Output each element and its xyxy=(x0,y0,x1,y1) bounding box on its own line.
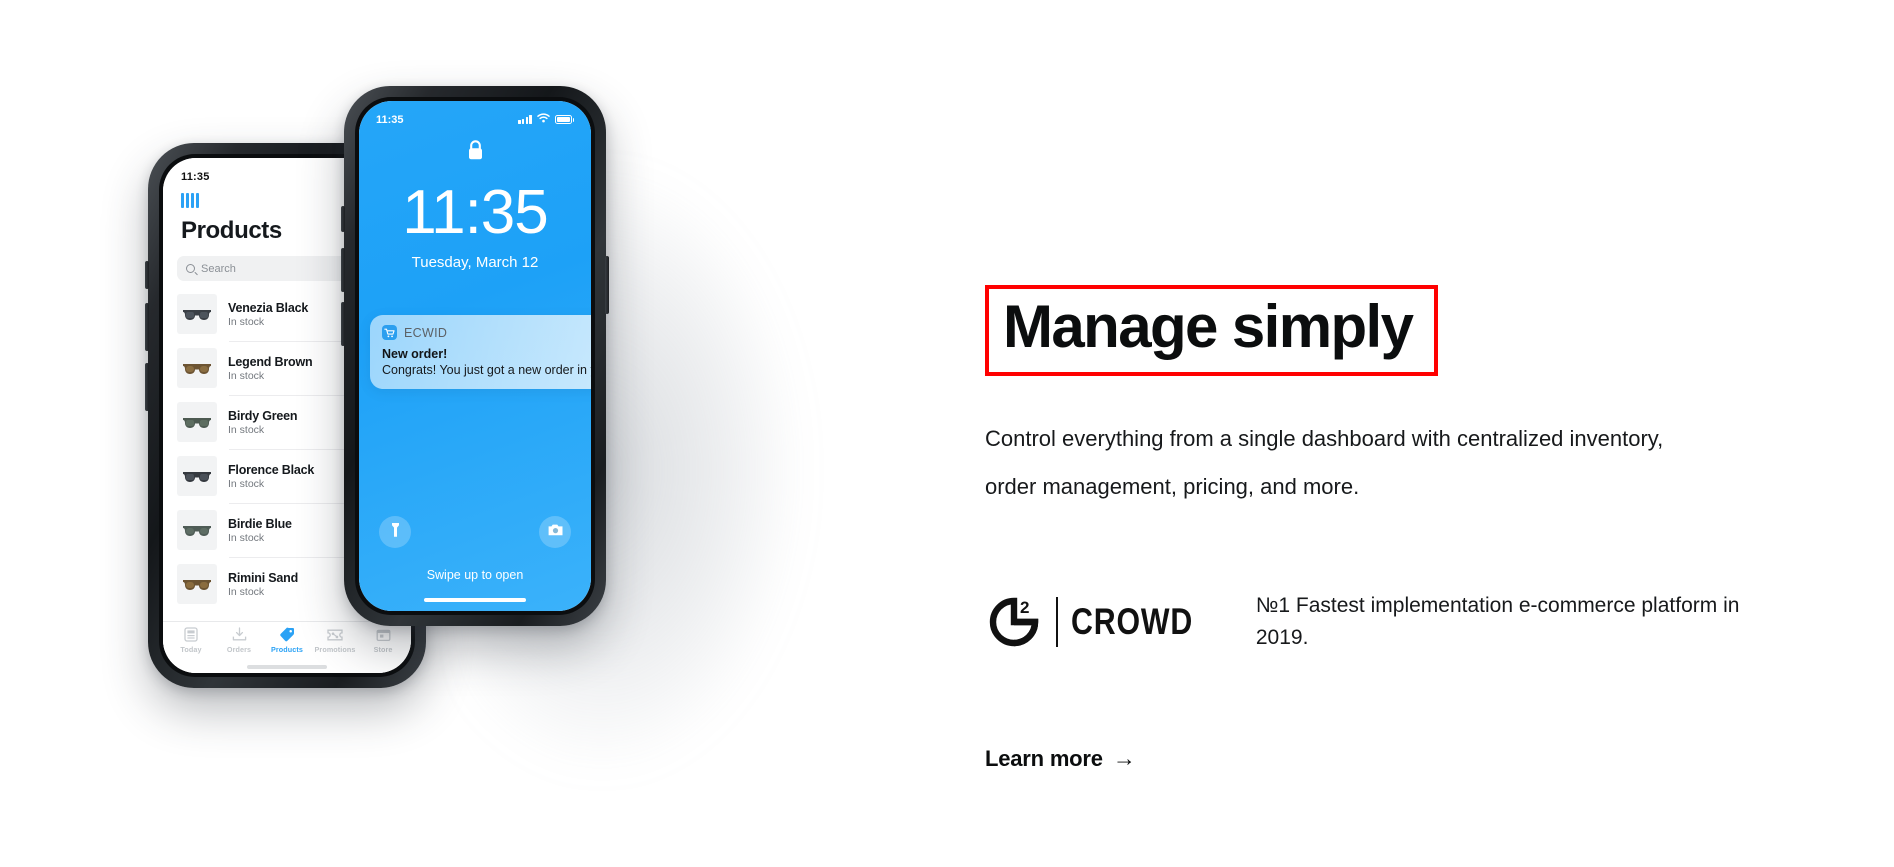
product-thumbnail xyxy=(177,348,217,388)
phone-volume-up-button xyxy=(341,248,345,292)
battery-icon xyxy=(554,115,574,124)
tab-label: Products xyxy=(271,645,303,654)
g2-mark-icon: 2 xyxy=(985,593,1043,651)
ecwid-app-icon xyxy=(382,325,397,340)
tab-label: Store xyxy=(373,645,393,654)
product-stock-status: In stock xyxy=(228,477,265,490)
bottom-tab-bar[interactable]: Today Orders Products Promotions Store xyxy=(163,621,411,661)
camera-button[interactable] xyxy=(539,516,571,548)
arrow-right-icon: → xyxy=(1112,745,1136,771)
phone-power-button xyxy=(605,256,609,314)
g2-crowd-wordmark: CROWD xyxy=(1071,601,1194,642)
logo-divider xyxy=(1056,597,1058,647)
product-thumbnail xyxy=(177,456,217,496)
promo-section: 11:35 Products Search Venezia Black In s… xyxy=(0,0,1894,867)
product-thumbnail xyxy=(177,294,217,334)
tab-promotions[interactable]: Promotions xyxy=(311,628,359,654)
tab-store[interactable]: Store xyxy=(359,627,407,654)
phone-volume-up-button xyxy=(145,303,149,351)
tab-products[interactable]: Products xyxy=(263,627,311,654)
camera-icon xyxy=(547,523,564,542)
tab-label: Promotions xyxy=(314,644,356,654)
learn-more-link[interactable]: Learn more → xyxy=(985,745,1136,772)
learn-more-label: Learn more xyxy=(985,745,1103,771)
product-stock-status: In stock xyxy=(228,423,265,436)
product-name: Venezia Black xyxy=(228,300,309,315)
search-icon xyxy=(186,264,195,273)
phone-mute-switch xyxy=(341,206,345,232)
flashlight-button[interactable] xyxy=(379,516,411,548)
phone-bezel: 11:35 11:35 Tuesday, March 12 ECWID New … xyxy=(355,97,595,615)
product-thumbnail xyxy=(177,402,217,442)
phone-lock-screen: 11:35 11:35 Tuesday, March 12 ECWID New … xyxy=(341,86,609,626)
award-badge: 2 CROWD №1 Fastest implementation e-comm… xyxy=(985,590,1776,654)
svg-text:2: 2 xyxy=(1020,598,1029,617)
product-thumbnail xyxy=(177,564,217,604)
lock-screen-clock: 11:35 xyxy=(402,178,549,247)
phone-mockup-group: 11:35 Products Search Venezia Black In s… xyxy=(0,0,900,867)
home-indicator xyxy=(163,661,411,673)
product-thumbnail xyxy=(177,510,217,550)
notification-title: New order! xyxy=(382,347,448,361)
lock-icon xyxy=(359,139,591,162)
product-name: Florence Black xyxy=(228,462,315,477)
description-text: Control everything from a single dashboa… xyxy=(985,426,1664,499)
notification-app-name: ECWID xyxy=(404,325,448,340)
award-description: №1 Fastest implementation e-commerce pla… xyxy=(1255,594,1740,649)
document-icon xyxy=(184,627,198,642)
phone-volume-down-button xyxy=(341,302,345,346)
wifi-icon xyxy=(536,113,550,126)
headline-highlight-box: Manage simply xyxy=(985,285,1439,376)
product-name: Birdy Green xyxy=(228,408,298,423)
product-stock-status: In stock xyxy=(228,585,265,598)
product-name: Legend Brown xyxy=(228,354,313,369)
phone-screen: 11:35 11:35 Tuesday, March 12 ECWID New … xyxy=(359,101,591,611)
storefront-icon xyxy=(376,627,391,642)
product-stock-status: In stock xyxy=(228,531,265,544)
tab-label: Today xyxy=(180,645,202,654)
product-stock-status: In stock xyxy=(228,315,265,328)
tab-label: Orders xyxy=(226,645,252,654)
status-bar: 11:35 xyxy=(359,101,591,126)
product-name: Rimini Sand xyxy=(228,570,299,585)
phone-volume-down-button xyxy=(145,363,149,411)
promo-content: Manage simply Control everything from a … xyxy=(985,0,1865,867)
flashlight-icon xyxy=(390,522,401,543)
g2-crowd-logo: 2 CROWD xyxy=(985,593,1220,651)
coupon-icon xyxy=(327,628,343,642)
status-bar-time: 11:35 xyxy=(376,113,404,126)
product-stock-status: In stock xyxy=(228,369,265,382)
notification-body: Congrats! You just got a new order in yo… xyxy=(382,363,591,377)
tag-icon xyxy=(279,627,295,642)
cellular-signal-icon xyxy=(518,115,532,124)
product-name: Birdie Blue xyxy=(228,516,292,531)
tab-today[interactable]: Today xyxy=(167,627,215,654)
phone-mute-switch xyxy=(145,261,149,289)
inbox-icon xyxy=(232,627,247,642)
page-title: Manage simply xyxy=(1003,293,1414,360)
search-placeholder: Search xyxy=(201,262,236,275)
notification-banner[interactable]: ECWID Now New order! Congrats! You just … xyxy=(370,315,591,389)
swipe-hint-text: Swipe up to open xyxy=(426,568,524,582)
lock-screen-date: Tuesday, March 12 xyxy=(411,254,539,271)
tab-orders[interactable]: Orders xyxy=(215,627,263,654)
home-indicator[interactable] xyxy=(359,598,591,611)
